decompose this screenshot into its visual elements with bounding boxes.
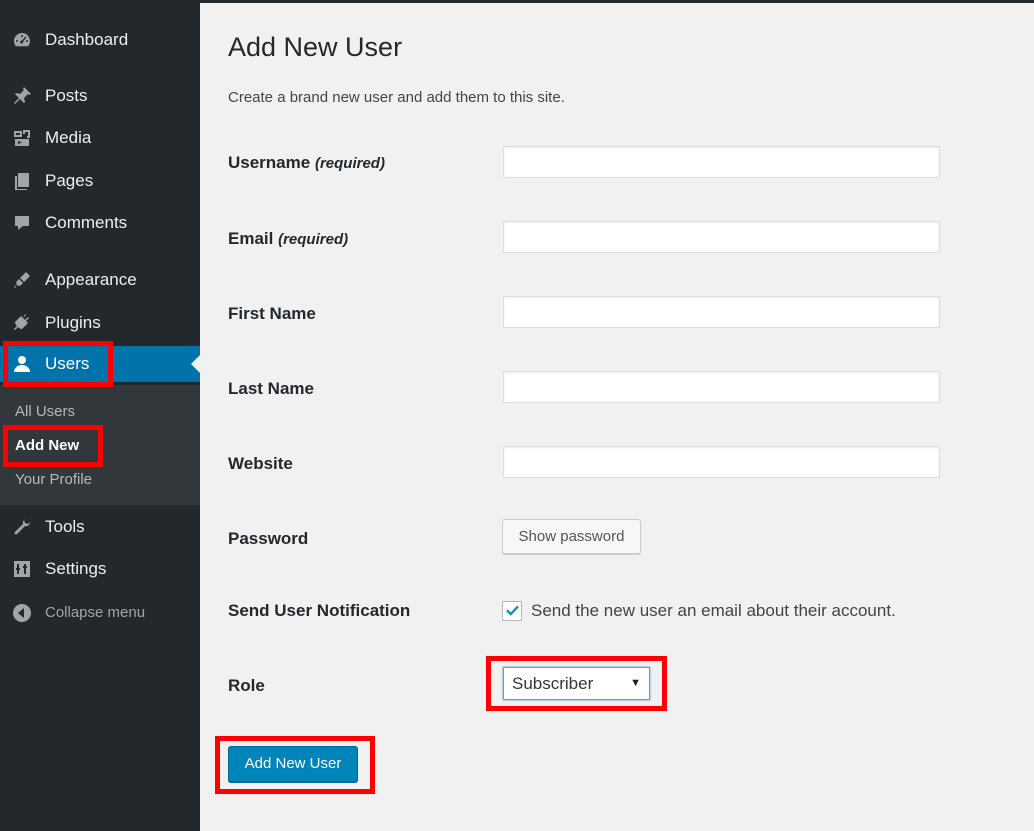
page-title: Add New User [228,32,403,62]
role-select[interactable]: Subscriber ▼ [503,667,650,700]
notification-label: Send User Notification [228,601,411,620]
brush-icon [12,270,32,290]
collapse-menu-button[interactable]: Collapse menu [0,595,200,631]
menu-item-dashboard[interactable]: Dashboard [0,22,200,58]
menu-label: Settings [45,559,107,578]
username-label: Username (required) [228,152,385,175]
menu-label: Appearance [45,270,137,289]
menu-item-settings[interactable]: Settings [0,551,200,587]
pages-icon [12,171,32,191]
menu-label: Comments [45,213,128,232]
email-label-text: Email [228,229,274,248]
menu-label: Dashboard [45,30,129,49]
send-notification-checkbox[interactable] [502,601,522,621]
comment-icon [12,213,32,233]
checkmark-icon [506,605,519,616]
menu-item-media[interactable]: Media [0,120,200,156]
menu-item-tools[interactable]: Tools [0,509,200,545]
required-note: (required) [278,231,349,248]
wrench-icon [12,517,32,537]
submenu-add-new[interactable]: Add New [15,436,79,456]
username-label-text: Username [228,153,311,172]
collapse-icon [12,603,32,623]
pin-icon [12,86,32,106]
admin-bar-edge [200,0,1034,3]
settings-icon [12,559,32,579]
admin-sidebar: Dashboard Posts Media Pages Comments App… [0,0,200,831]
send-notification-text[interactable]: Send the new user an email about their a… [531,600,896,622]
username-input[interactable] [503,146,940,178]
submenu-all-users[interactable]: All Users [15,402,75,422]
dashboard-icon [12,30,32,50]
role-label: Role [228,676,265,695]
plug-icon [12,313,32,333]
required-note: (required) [314,155,385,172]
media-icon [12,128,32,148]
website-input[interactable] [503,446,940,478]
menu-label: Media [45,128,92,147]
menu-item-plugins[interactable]: Plugins [0,305,200,341]
menu-label: Tools [45,517,85,536]
menu-label: Posts [45,86,88,105]
email-label: Email (required) [228,228,348,251]
menu-item-users[interactable]: Users [0,346,200,382]
menu-item-posts[interactable]: Posts [0,78,200,114]
menu-label: Plugins [45,313,101,332]
first-name-label: First Name [228,304,316,323]
submenu-your-profile[interactable]: Your Profile [15,470,92,490]
first-name-input[interactable] [503,296,940,328]
users-submenu: All Users Add New Your Profile [0,385,200,505]
password-label: Password [228,529,309,548]
menu-item-pages[interactable]: Pages [0,163,200,199]
last-name-label: Last Name [228,379,314,398]
menu-label: Collapse menu [45,604,146,621]
user-icon [12,354,32,374]
add-new-user-button[interactable]: Add New User [228,746,358,782]
menu-item-comments[interactable]: Comments [0,205,200,241]
website-label: Website [228,454,293,473]
chevron-down-icon: ▼ [630,677,641,689]
menu-item-appearance[interactable]: Appearance [0,262,200,298]
menu-label: Users [45,354,90,373]
email-input[interactable] [503,221,940,253]
menu-label: Pages [45,171,94,190]
show-password-button[interactable]: Show password [502,519,641,554]
page-description: Create a brand new user and add them to … [228,89,565,106]
last-name-input[interactable] [503,371,940,403]
active-indicator [191,355,200,373]
role-selected-value: Subscriber [512,674,594,693]
